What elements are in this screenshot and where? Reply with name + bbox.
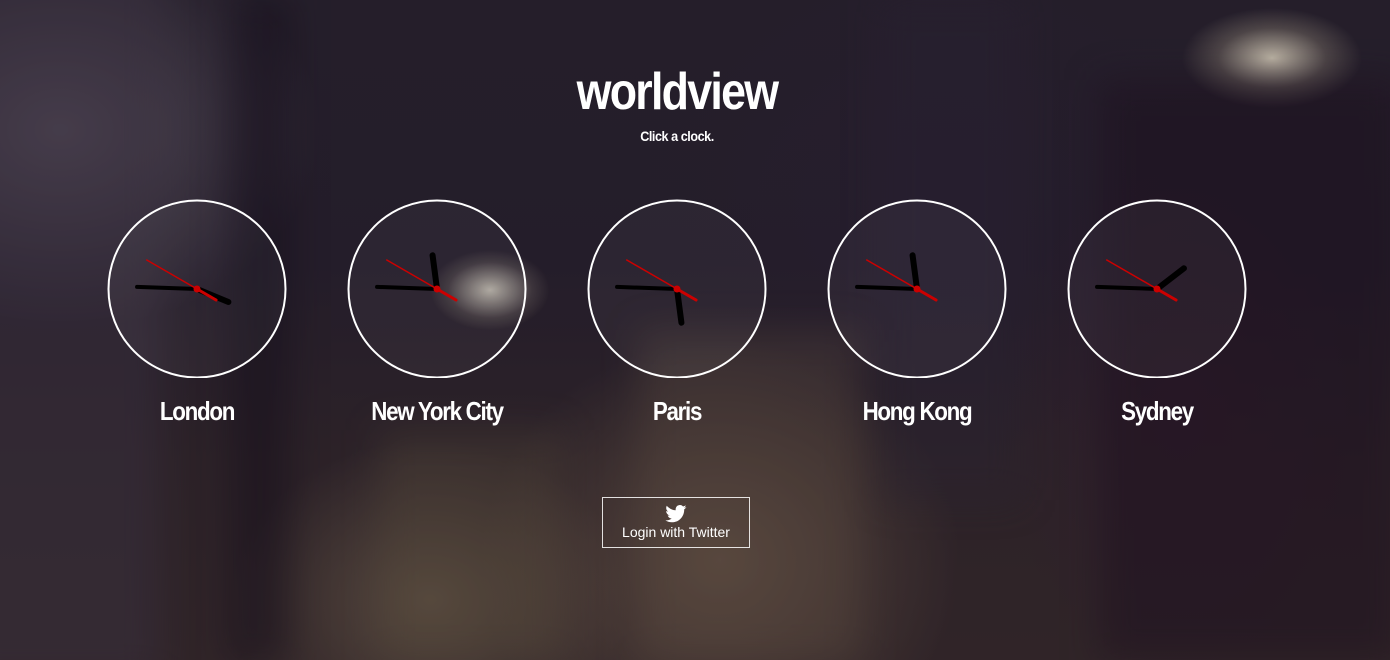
login-button-label: Login with Twitter [622,524,730,540]
app-title: worldview [576,63,779,121]
header: worldview Click a clock. [0,62,1354,144]
clock-face [827,199,1007,378]
twitter-bird-icon [665,505,687,523]
city-label: Sydney [1121,396,1194,426]
clock-hong-kong[interactable]: Hong Kong [827,198,1007,427]
clock-sydney[interactable]: Sydney [1067,198,1247,427]
minute-hand [135,284,199,291]
clock-face [107,199,287,378]
clock-pivot [673,285,681,293]
clock-list: London New York City Paris Hong Kong Syd… [107,198,1247,438]
city-label: Hong Kong [862,396,973,426]
clock-pivot [433,285,441,293]
city-label: Paris [652,396,703,426]
minute-hand [375,284,439,291]
clock-paris[interactable]: Paris [587,198,767,427]
app-subtitle: Click a clock. [640,128,714,144]
clock-face [587,199,767,378]
clock-london[interactable]: London [107,198,287,427]
clock-pivot [1153,285,1161,293]
city-label: London [159,396,236,426]
clock-pivot [913,285,921,293]
city-label: New York City [371,396,504,426]
minute-hand [1095,284,1159,291]
minute-hand [855,284,919,291]
minute-hand [615,284,679,291]
clock-new-york-city[interactable]: New York City [347,198,527,427]
clock-face [347,199,527,378]
clock-face [1067,199,1247,378]
clock-pivot [193,285,201,293]
login-with-twitter-button[interactable]: Login with Twitter [602,497,750,548]
